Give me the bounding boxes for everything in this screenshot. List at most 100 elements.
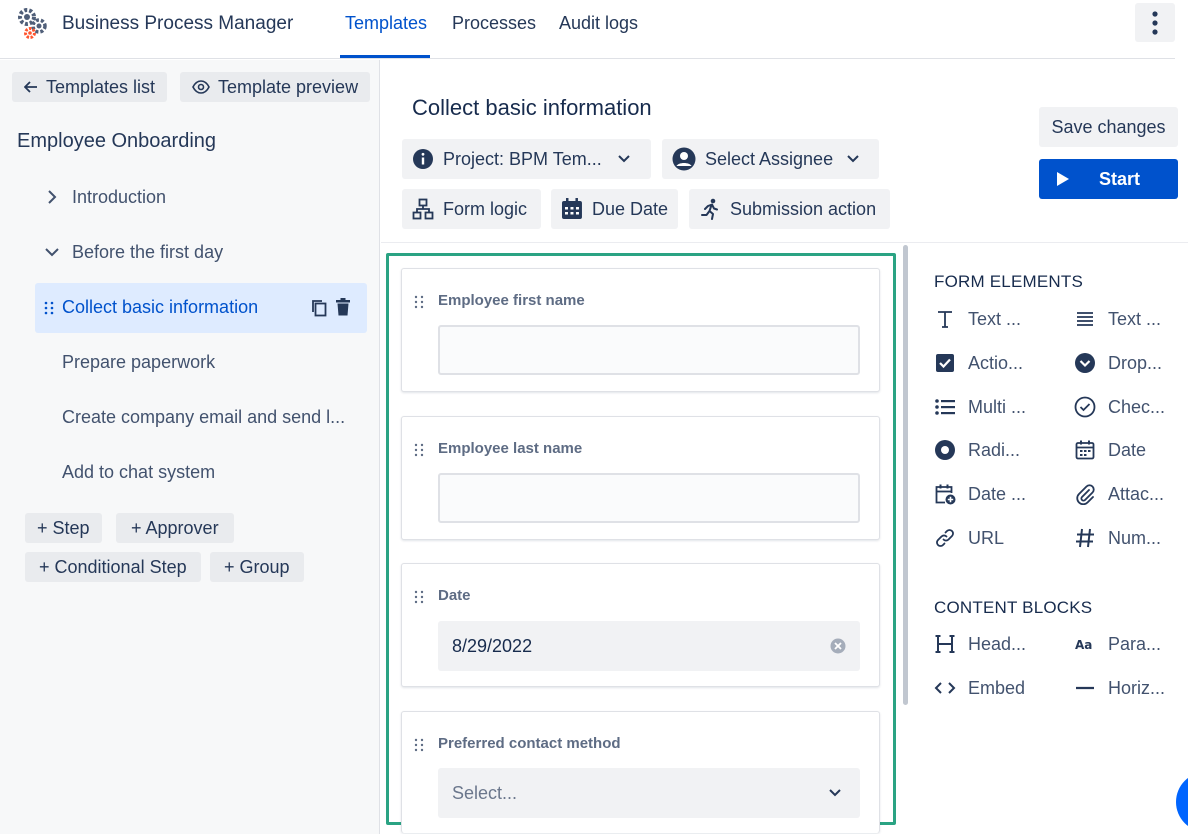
- tab-templates[interactable]: Templates: [345, 13, 427, 34]
- form-elements-title: FORM ELEMENTS: [934, 272, 1084, 291]
- chevron-down-icon[interactable]: [44, 246, 60, 258]
- text-t-icon: [938, 311, 952, 328]
- drag-handle-icon[interactable]: [414, 443, 424, 457]
- calendar-plus-icon: [935, 484, 956, 505]
- radio-icon: [935, 440, 955, 460]
- palette-item-label: Text ...: [968, 308, 1022, 329]
- add-group-button[interactable]: + Group: [210, 552, 304, 582]
- palette-item-label: Head...: [968, 633, 1027, 654]
- date-value: 8/29/2022: [452, 635, 533, 656]
- tree-section-before-first-day[interactable]: Before the first day: [72, 242, 223, 263]
- field-label: Employee first name: [438, 292, 585, 309]
- palette-item-label: Num...: [1108, 527, 1162, 548]
- templates-list-button[interactable]: Templates list: [12, 72, 168, 102]
- templates-list-label: Templates list: [46, 76, 156, 97]
- chevron-right-icon[interactable]: [46, 189, 58, 205]
- tree-step-prepare-paperwork[interactable]: Prepare paperwork: [62, 352, 215, 373]
- tree-step-add-chat[interactable]: Add to chat system: [62, 462, 215, 483]
- first-name-input[interactable]: [438, 325, 860, 375]
- due-date-label: Due Date: [591, 198, 668, 219]
- palette-date[interactable]: Date: [1074, 438, 1146, 462]
- template-preview-button[interactable]: Template preview: [180, 72, 371, 102]
- eye-icon: [192, 80, 210, 94]
- assignee-selector[interactable]: Select Assignee: [662, 139, 879, 179]
- contact-method-select[interactable]: Select...: [438, 768, 860, 818]
- palette-radio[interactable]: Radi...: [934, 438, 1020, 462]
- save-changes-button[interactable]: Save changes: [1039, 107, 1178, 147]
- dropdown-icon: [1075, 353, 1095, 373]
- content-blocks-title: CONTENT BLOCKS: [934, 598, 1093, 617]
- user-avatar-icon: [672, 147, 696, 171]
- date-input[interactable]: 8/29/2022: [438, 621, 860, 671]
- chevron-down-icon: [829, 789, 841, 797]
- sitemap-icon: [412, 198, 434, 220]
- palette-multi[interactable]: Multi ...: [934, 395, 1026, 419]
- palette-item-label: Drop...: [1108, 352, 1163, 373]
- palette-number[interactable]: Num...: [1074, 526, 1161, 550]
- drag-handle-icon[interactable]: [414, 295, 424, 309]
- header-divider: [381, 242, 1188, 243]
- more-options-button[interactable]: [1135, 3, 1175, 42]
- drag-handle-icon[interactable]: [44, 301, 54, 315]
- palette-heading[interactable]: Head...: [934, 632, 1026, 656]
- calendar-icon: [1075, 440, 1095, 460]
- hash-icon: [1076, 528, 1094, 548]
- active-tab-indicator: [340, 55, 430, 58]
- tree-section-introduction[interactable]: Introduction: [72, 187, 166, 208]
- due-date-button[interactable]: Due Date: [551, 189, 678, 229]
- tab-processes[interactable]: Processes: [452, 13, 536, 34]
- palette-item-label: Text ...: [1108, 308, 1162, 329]
- copy-icon[interactable]: [311, 299, 327, 317]
- tab-audit-logs[interactable]: Audit logs: [559, 13, 638, 34]
- add-approver-button[interactable]: + Approver: [116, 513, 234, 543]
- horizontal-rule-icon: [1076, 686, 1094, 690]
- top-bar: Business Process Manager Templates Proce…: [0, 0, 1175, 59]
- svg-text:Aa: Aa: [1075, 638, 1092, 652]
- field-label: Date: [438, 587, 471, 604]
- palette-item-label: Horiz...: [1108, 677, 1166, 698]
- palette-item-label: URL: [968, 527, 1005, 548]
- palette-checklist[interactable]: Chec...: [1074, 395, 1165, 419]
- add-step-button[interactable]: + Step: [25, 513, 102, 543]
- assignee-selector-label: Select Assignee: [705, 148, 834, 169]
- palette-item-label: Chec...: [1108, 396, 1166, 417]
- clear-icon[interactable]: [830, 638, 846, 654]
- field-label: Preferred contact method: [438, 735, 621, 752]
- submission-action-button[interactable]: Submission action: [689, 189, 890, 229]
- form-field-card[interactable]: Preferred contact method Select...: [401, 711, 880, 833]
- palette-action[interactable]: Actio...: [934, 351, 1023, 375]
- form-logic-button[interactable]: Form logic: [402, 189, 541, 229]
- palette-horizontal-rule[interactable]: Horiz...: [1074, 676, 1165, 700]
- drag-handle-icon[interactable]: [414, 590, 424, 604]
- palette-item-label: Embed: [968, 677, 1026, 698]
- palette-date-range[interactable]: Date ...: [934, 482, 1026, 506]
- text-lines-icon: [1077, 312, 1093, 326]
- add-conditional-step-button[interactable]: + Conditional Step: [25, 552, 201, 582]
- tree-step-create-email[interactable]: Create company email and send l...: [62, 407, 345, 428]
- palette-attachment[interactable]: Attac...: [1074, 482, 1164, 506]
- palette-paragraph[interactable]: Aa Para...: [1074, 632, 1161, 656]
- help-fab-button[interactable]: [1176, 772, 1188, 832]
- palette-text-short[interactable]: Text ...: [934, 307, 1021, 331]
- canvas-scrollbar[interactable]: [903, 245, 908, 705]
- drag-handle-icon[interactable]: [414, 738, 424, 752]
- start-button[interactable]: Start: [1039, 159, 1178, 199]
- arrow-left-icon: [24, 81, 37, 93]
- tree-step-selected[interactable]: Collect basic information: [35, 283, 367, 333]
- palette-item-label: Date ...: [968, 483, 1027, 504]
- palette-item-label: Radi...: [968, 439, 1021, 460]
- last-name-input[interactable]: [438, 473, 860, 523]
- palette-text-long[interactable]: Text ...: [1074, 307, 1161, 331]
- form-field-card[interactable]: Date 8/29/2022: [401, 563, 880, 687]
- form-field-card[interactable]: Employee last name: [401, 416, 880, 540]
- calendar-icon: [561, 198, 582, 219]
- info-icon: [413, 149, 433, 169]
- palette-url[interactable]: URL: [934, 526, 1004, 550]
- heading-icon: [935, 635, 955, 653]
- form-field-card[interactable]: Employee first name: [401, 268, 880, 392]
- project-selector[interactable]: Project: BPM Tem...: [402, 139, 651, 179]
- trash-icon[interactable]: [335, 298, 351, 316]
- chevron-down-icon: [618, 155, 630, 163]
- palette-embed[interactable]: Embed: [934, 676, 1025, 700]
- palette-dropdown[interactable]: Drop...: [1074, 351, 1162, 375]
